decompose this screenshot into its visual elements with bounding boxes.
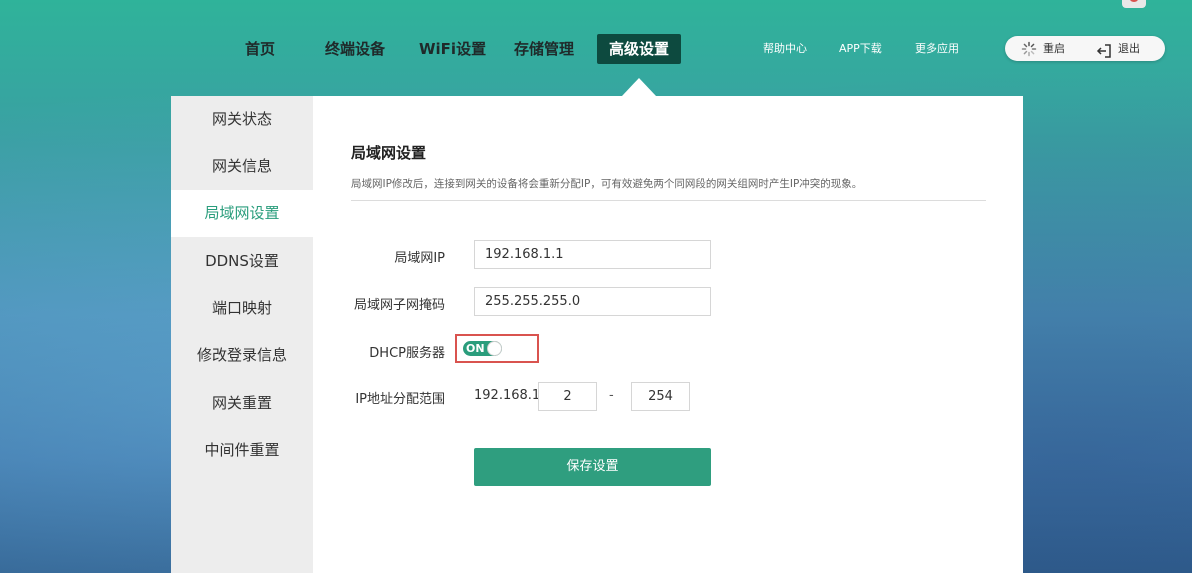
active-tab-pointer [622,78,656,96]
dhcp-toggle-state: ON [466,342,485,355]
sidebar-item-lan-settings[interactable]: 局域网设置 [171,190,313,237]
sidebar-item-gateway-status[interactable]: 网关状态 [171,96,313,143]
subnet-mask-label: 局域网子网掩码 [353,298,445,313]
ip-range-end-input[interactable] [631,382,690,411]
sidebar-item-gateway-reset[interactable]: 网关重置 [171,380,313,427]
nav-item-wifi[interactable]: WiFi设置 [419,34,486,64]
ip-range-prefix: 192.168.1. [474,388,545,403]
logout-label: 退出 [1118,42,1140,55]
section-description: 局域网IP修改后，连接到网关的设备将会重新分配IP，可有效避免两个同网段的网关组… [351,178,863,190]
nav-link-help[interactable]: 帮助中心 [763,34,807,64]
lan-settings-content: 局域网设置 局域网IP修改后，连接到网关的设备将会重新分配IP，可有效避免两个同… [313,96,1023,573]
nav-link-more-apps[interactable]: 更多应用 [915,34,959,64]
dhcp-toggle[interactable]: ON [463,341,502,356]
logout-icon [1096,42,1112,58]
reboot-button[interactable]: 重启 [1021,36,1065,61]
nav-item-home[interactable]: 首页 [245,34,275,64]
sidebar-item-login-info[interactable]: 修改登录信息 [171,332,313,379]
divider [351,200,986,201]
sidebar-item-ddns[interactable]: DDNS设置 [171,238,313,285]
ip-range-separator: - [609,388,614,403]
action-pill: 重启 退出 [1005,36,1165,61]
dhcp-label: DHCP服务器 [369,346,445,361]
dhcp-highlight-frame: ON [455,334,539,363]
sidebar-item-middleware-reset[interactable]: 中间件重置 [171,427,313,474]
sidebar-item-port-mapping[interactable]: 端口映射 [171,285,313,332]
ip-range-start-input[interactable] [538,382,597,411]
nav-item-storage[interactable]: 存储管理 [514,34,574,64]
logout-button[interactable]: 退出 [1096,36,1140,61]
nav-item-advanced[interactable]: 高级设置 [597,34,682,64]
nav-item-devices[interactable]: 终端设备 [325,34,385,64]
ip-range-label: IP地址分配范围 [355,392,445,407]
reboot-icon [1021,41,1037,57]
reboot-label: 重启 [1043,42,1065,55]
save-settings-button[interactable]: 保存设置 [474,448,711,486]
subnet-mask-input[interactable] [474,287,711,316]
sidebar-item-gateway-info[interactable]: 网关信息 [171,143,313,190]
nav-link-app-download[interactable]: APP下载 [839,34,882,64]
sidebar: 网关状态 网关信息 局域网设置 DDNS设置 端口映射 修改登录信息 网关重置 … [171,96,313,573]
dhcp-toggle-knob [487,341,502,356]
corner-badge [1122,0,1146,8]
lan-ip-label: 局域网IP [394,251,445,266]
lan-ip-input[interactable] [474,240,711,269]
main-panel: 网关状态 网关信息 局域网设置 DDNS设置 端口映射 修改登录信息 网关重置 … [171,96,1023,573]
section-title: 局域网设置 [351,144,427,162]
